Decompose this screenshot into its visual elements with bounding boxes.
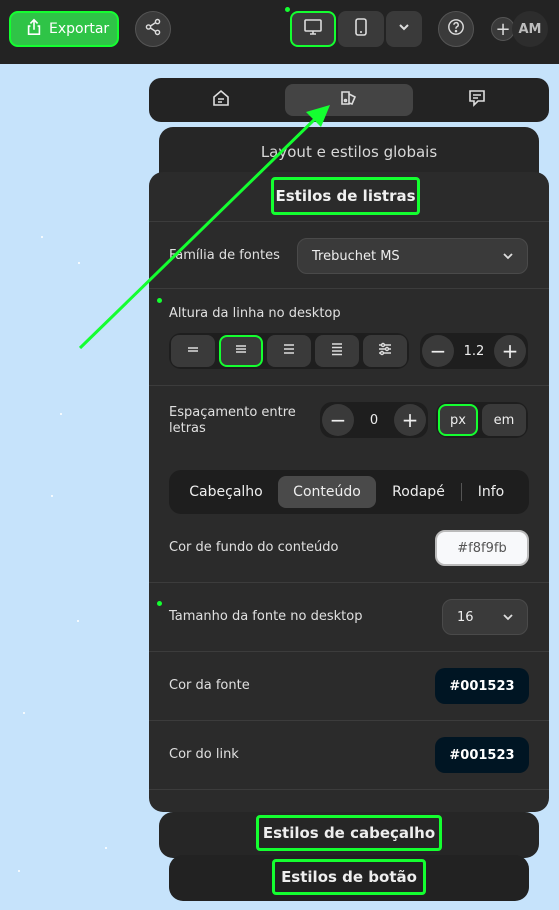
button-styles-section[interactable]: Estilos de botão xyxy=(169,855,529,901)
divider xyxy=(149,720,549,721)
tab-comments[interactable] xyxy=(413,84,541,116)
device-dropdown-button[interactable] xyxy=(386,11,422,47)
chevron-down-icon xyxy=(394,17,414,41)
link-color-label: Cor do link xyxy=(169,747,239,762)
font-size-select[interactable]: 16 xyxy=(442,599,528,635)
letter-spacing-label: Espaçamento entre letras xyxy=(169,405,296,436)
chat-icon xyxy=(467,88,487,112)
font-size-value: 16 xyxy=(457,609,474,625)
line-height-label: Altura da linha no desktop xyxy=(169,306,341,321)
unit-px-button[interactable]: px xyxy=(438,404,478,436)
line-height-decrement-button[interactable]: − xyxy=(422,335,454,367)
top-toolbar: Exportar + AM xyxy=(0,0,559,64)
font-family-value: Trebuchet MS xyxy=(312,248,400,264)
font-color-swatch[interactable]: #001523 xyxy=(435,668,529,704)
desktop-view-button[interactable] xyxy=(290,11,336,47)
letter-spacing-decrement-button[interactable]: − xyxy=(322,404,354,436)
divider xyxy=(149,651,549,652)
canvas-speck xyxy=(23,712,25,714)
canvas-speck xyxy=(78,262,80,264)
line-height-custom-button[interactable] xyxy=(363,335,407,367)
panel-tabbar xyxy=(149,78,549,122)
button-styles-title: Estilos de botão xyxy=(272,859,426,895)
line-height-normal-button[interactable] xyxy=(219,335,263,367)
avatar[interactable]: AM xyxy=(512,11,548,47)
share-button[interactable] xyxy=(135,11,171,47)
font-family-select[interactable]: Trebuchet MS xyxy=(297,238,528,274)
tab-layout[interactable] xyxy=(157,84,285,116)
canvas-speck xyxy=(18,870,20,872)
line-height-presets xyxy=(169,333,409,369)
bg-color-label: Cor de fundo do conteúdo xyxy=(169,540,339,555)
paint-icon xyxy=(339,88,359,112)
divider xyxy=(149,789,549,790)
line-height-stepper: − 1.2 + xyxy=(420,333,528,369)
canvas-speck xyxy=(77,620,79,622)
share-icon xyxy=(144,18,162,40)
plus-icon: + xyxy=(495,18,511,40)
font-size-label: Tamanho da fonte no desktop xyxy=(169,609,363,624)
line-height-increment-button[interactable]: + xyxy=(494,335,526,367)
export-label: Exportar xyxy=(49,21,110,37)
letter-spacing-increment-button[interactable]: + xyxy=(394,404,426,436)
letter-spacing-value[interactable]: 0 xyxy=(370,413,378,428)
lines-relaxed-icon xyxy=(281,341,297,361)
divider xyxy=(149,385,549,386)
font-color-label: Cor da fonte xyxy=(169,678,250,693)
layout-icon xyxy=(211,88,231,112)
tab-info[interactable]: Info xyxy=(462,476,520,508)
question-icon xyxy=(447,18,465,40)
unit-em-button[interactable]: em xyxy=(482,404,526,436)
divider xyxy=(149,582,549,583)
indicator-dot xyxy=(285,7,290,12)
lines-compact-icon xyxy=(185,341,201,361)
line-height-compact-button[interactable] xyxy=(171,335,215,367)
canvas-speck xyxy=(51,495,53,497)
divider xyxy=(149,221,549,222)
export-button[interactable]: Exportar xyxy=(9,11,119,47)
line-height-value[interactable]: 1.2 xyxy=(464,344,485,359)
indicator-dot xyxy=(157,601,162,606)
device-switcher xyxy=(290,11,422,47)
font-family-label: Família de fontes xyxy=(169,248,280,263)
stripe-styles-panel: Estilos de listras Família de fontes Tre… xyxy=(149,172,549,812)
tab-styles[interactable] xyxy=(285,84,413,116)
header-styles-section[interactable]: Estilos de cabeçalho xyxy=(159,812,539,858)
canvas-speck xyxy=(41,236,43,238)
region-tabs: Cabeçalho Conteúdo Rodapé Info xyxy=(169,470,529,514)
export-icon xyxy=(25,18,43,40)
tab-footer[interactable]: Rodapé xyxy=(376,476,461,508)
line-height-loose-button[interactable] xyxy=(315,335,359,367)
help-button[interactable] xyxy=(438,11,474,47)
header-styles-title: Estilos de cabeçalho xyxy=(256,815,442,851)
unit-switcher: px em xyxy=(436,402,528,438)
link-color-swatch[interactable]: #001523 xyxy=(435,737,529,773)
lines-loose-icon xyxy=(329,341,345,361)
line-height-relaxed-button[interactable] xyxy=(267,335,311,367)
tab-content[interactable]: Conteúdo xyxy=(278,476,376,508)
desktop-icon xyxy=(303,17,323,41)
mobile-icon xyxy=(351,17,371,41)
section-title: Estilos de listras xyxy=(271,177,420,215)
divider xyxy=(149,288,549,289)
chevron-down-icon xyxy=(501,249,515,263)
mobile-view-button[interactable] xyxy=(338,11,384,47)
lines-normal-icon xyxy=(233,341,249,361)
indicator-dot xyxy=(157,298,162,303)
bg-color-swatch[interactable]: #f8f9fb xyxy=(435,530,529,566)
canvas-speck xyxy=(105,847,107,849)
sliders-icon xyxy=(377,341,393,361)
chevron-down-icon xyxy=(501,610,515,624)
tab-header[interactable]: Cabeçalho xyxy=(174,476,278,508)
letter-spacing-stepper: − 0 + xyxy=(320,402,428,438)
canvas-speck xyxy=(60,413,62,415)
